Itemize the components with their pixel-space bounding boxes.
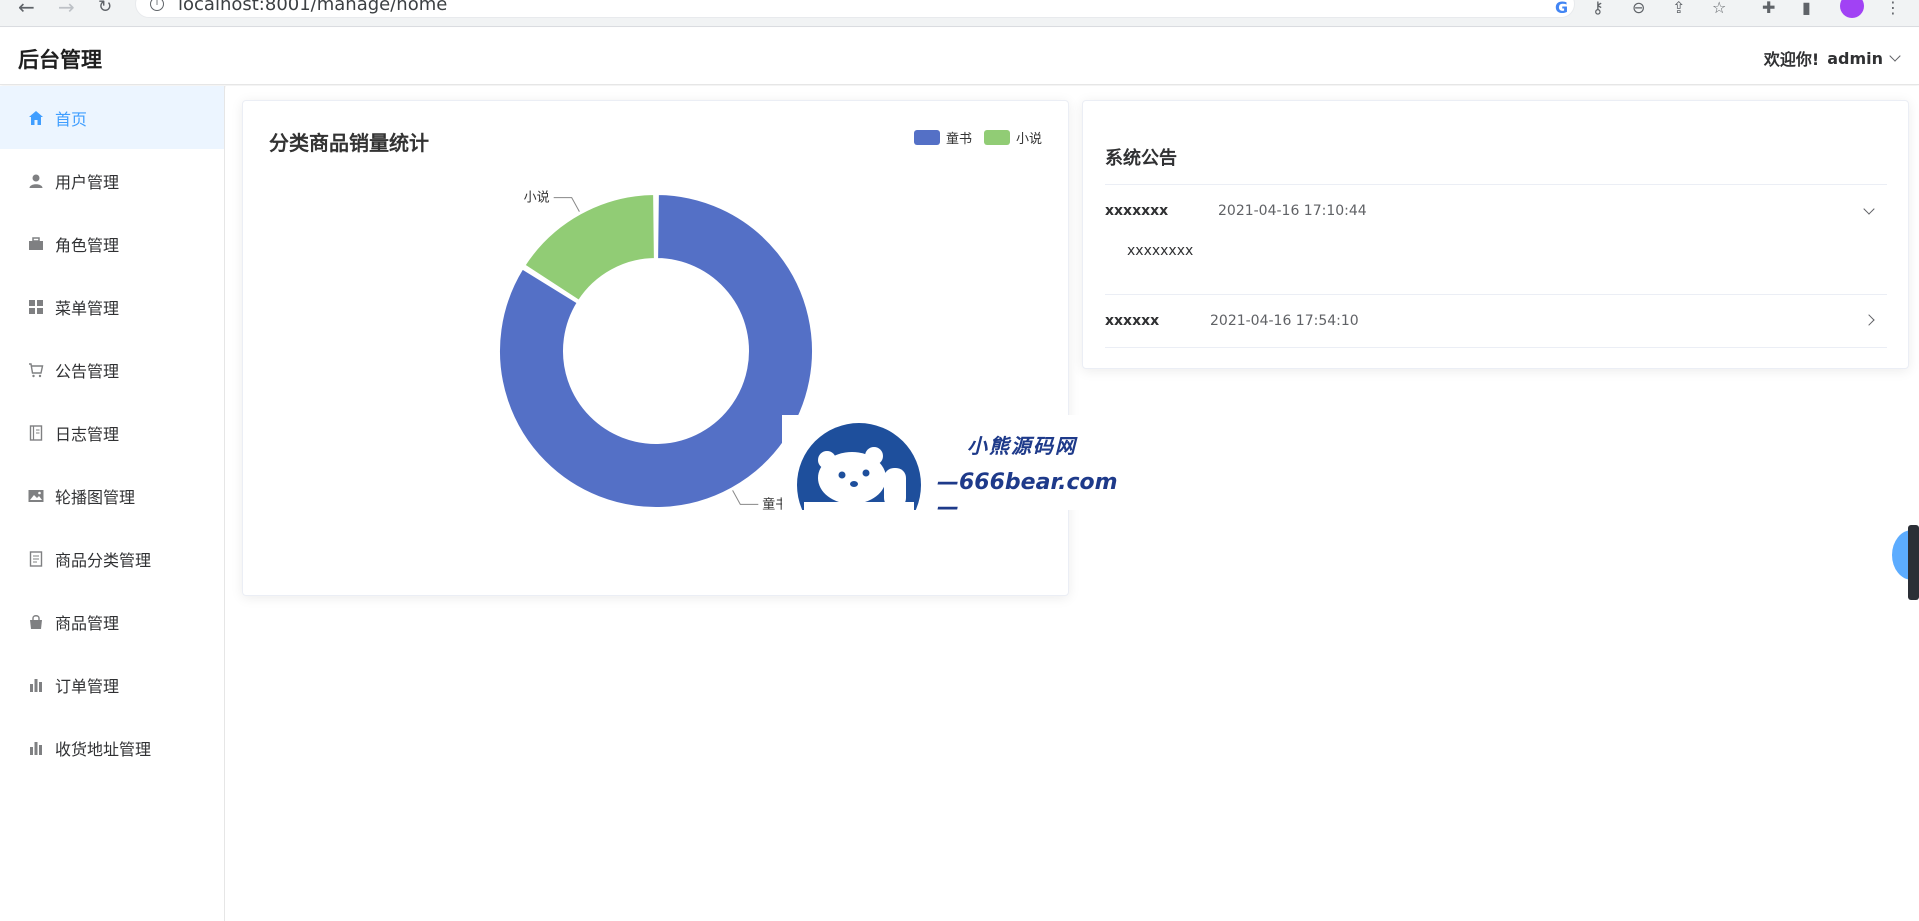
floating-side-panel[interactable]: [1908, 525, 1919, 600]
notice-name: xxxxxxx: [1105, 203, 1169, 219]
star-icon[interactable]: ☆: [1712, 0, 1726, 17]
sidebar-item-menus[interactable]: 菜单管理: [0, 275, 224, 338]
sidebar-item-label: 公告管理: [55, 361, 120, 381]
notice-time: 2021-04-16 17:54:10: [1210, 313, 1359, 329]
sidebar-item-logs[interactable]: 日志管理: [0, 401, 224, 464]
grid-icon: [27, 298, 44, 315]
sidebar-item-addresses[interactable]: 收货地址管理: [0, 716, 224, 779]
sidebar-item-label: 收货地址管理: [55, 739, 152, 759]
sidebar-item-users[interactable]: 用户管理: [0, 149, 224, 212]
notice-item[interactable]: xxxxxx 2021-04-16 17:54:10: [1105, 294, 1887, 348]
url-text[interactable]: localhost:8001/manage/home: [178, 0, 447, 15]
profile-avatar-icon[interactable]: [1840, 0, 1864, 18]
sidebar-item-roles[interactable]: 角色管理: [0, 212, 224, 275]
shopping-bag-icon: [27, 613, 44, 630]
zoom-icon[interactable]: ⊖: [1632, 0, 1645, 17]
sidebar-item-label: 订单管理: [55, 676, 120, 696]
app-header: 后台管理 欢迎你! admin: [0, 28, 1919, 85]
chevron-right-icon[interactable]: [1863, 314, 1875, 326]
share-icon[interactable]: ⇪: [1672, 0, 1685, 17]
username: admin: [1827, 48, 1883, 68]
notice-name: xxxxxx: [1105, 313, 1160, 329]
watermark-url: —666bear.com—: [937, 470, 1118, 520]
notice-title: 系统公告: [1105, 148, 1177, 169]
sidebar-menu: 首页 用户管理 角色管理 菜单管理 公告管理 日志管理 轮播图管理 商品分类管理…: [0, 86, 225, 921]
home-icon: [27, 109, 44, 126]
app-title: 后台管理: [18, 48, 102, 72]
pie-label-line-0: [732, 490, 759, 505]
user-icon: [27, 172, 44, 189]
pie-label-line-1: [553, 197, 580, 212]
key-icon[interactable]: ⚷: [1592, 0, 1604, 17]
sidebar-item-label: 日志管理: [55, 424, 120, 444]
extensions-icon[interactable]: ✚: [1762, 0, 1775, 17]
sales-chart-card: 分类商品销量统计 童书 小说 童书 小说: [242, 100, 1069, 596]
watermark-title: 小熊源码网: [967, 434, 1077, 458]
more-menu-icon[interactable]: ⋮: [1885, 0, 1901, 17]
chevron-down-icon: [1889, 50, 1901, 62]
bear-logo-icon: [797, 423, 921, 510]
browser-toolbar: ← → ↻ i localhost:8001/manage/home G ⚷ ⊖…: [0, 0, 1919, 27]
sidebar-item-label: 轮播图管理: [55, 487, 136, 507]
pie-label-1: 小说: [524, 191, 550, 206]
user-menu[interactable]: 欢迎你! admin: [1763, 46, 1901, 70]
sidebar-item-carousel[interactable]: 轮播图管理: [0, 464, 224, 527]
sidebar-item-label: 商品分类管理: [55, 550, 152, 570]
donut-chart: 童书小说: [498, 191, 814, 512]
google-icon[interactable]: G: [1555, 0, 1568, 17]
sidebar-item-notices[interactable]: 公告管理: [0, 338, 224, 401]
sidebar-item-label: 菜单管理: [55, 298, 120, 318]
notice-item[interactable]: xxxxxxx 2021-04-16 17:10:44 xxxxxxxx: [1105, 184, 1887, 294]
reload-icon[interactable]: ↻: [98, 0, 112, 16]
notebook-icon: [27, 424, 44, 441]
forward-arrow-icon[interactable]: →: [58, 0, 75, 17]
chevron-down-icon[interactable]: [1863, 203, 1875, 215]
notice-time: 2021-04-16 17:10:44: [1218, 203, 1367, 219]
sidebar-item-categories[interactable]: 商品分类管理: [0, 527, 224, 590]
welcome-text: 欢迎你!: [1763, 50, 1820, 69]
sidebar-item-label: 用户管理: [55, 172, 120, 192]
sidebar-item-goods[interactable]: 商品管理: [0, 590, 224, 653]
sidebar-item-label: 商品管理: [55, 613, 120, 633]
back-arrow-icon[interactable]: ←: [18, 0, 35, 17]
sidebar-item-orders[interactable]: 订单管理: [0, 653, 224, 716]
notice-body: xxxxxxxx: [1127, 243, 1194, 259]
briefcase-icon: [27, 235, 44, 252]
watermark-overlay: 小熊源码网 —666bear.com—: [782, 415, 1122, 520]
system-notice-card: 系统公告 xxxxxxx 2021-04-16 17:10:44 xxxxxxx…: [1082, 100, 1909, 369]
document-icon: [27, 550, 44, 567]
bar-chart-icon: [27, 676, 44, 693]
side-panel-icon[interactable]: ▮: [1802, 0, 1811, 17]
cart-icon: [27, 361, 44, 378]
bar-chart-icon: [27, 739, 44, 756]
sidebar-item-label: 首页: [55, 109, 88, 129]
sidebar-item-label: 角色管理: [55, 235, 120, 255]
picture-icon: [27, 487, 44, 504]
sidebar-item-home[interactable]: 首页: [0, 86, 224, 149]
